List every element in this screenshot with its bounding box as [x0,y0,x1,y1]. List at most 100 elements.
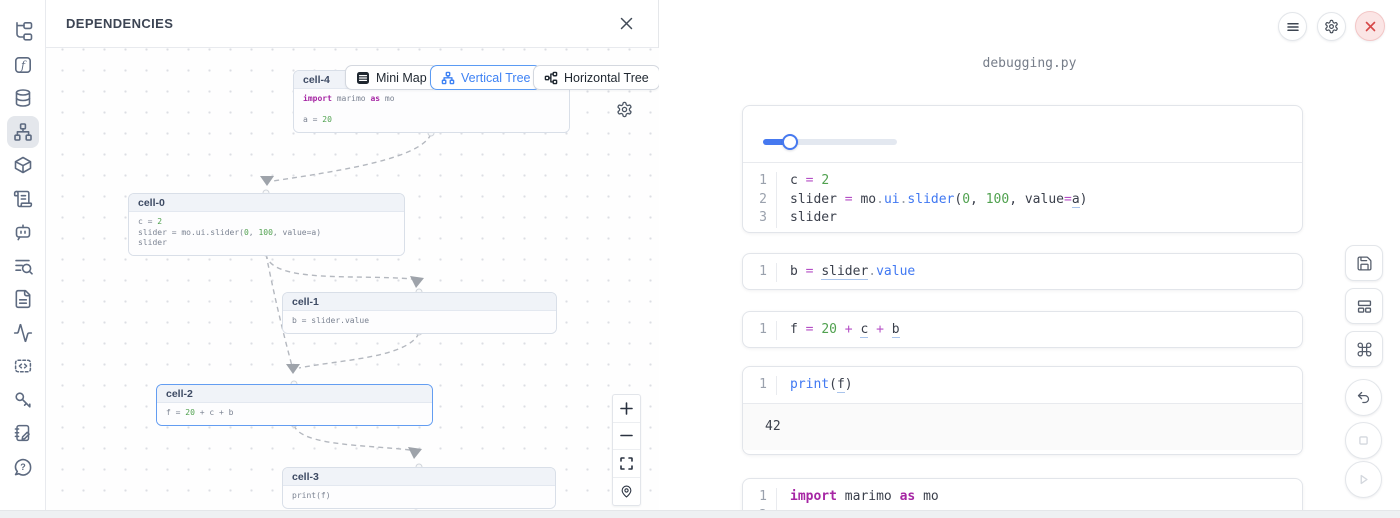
notebook-settings-button[interactable] [1317,12,1346,41]
line-number: 1 [743,172,777,191]
graph-node-cell-1[interactable]: cell-1 b = slider.value [282,292,557,334]
svg-text:f: f [19,59,26,72]
sidebar-item-snippets[interactable] [7,350,39,382]
package-icon [13,155,33,175]
gear-icon [1324,19,1339,34]
notebook-menu-button[interactable] [1278,12,1307,41]
view-mode-label: Horizontal Tree [564,71,649,85]
sidebar-item-secrets[interactable] [7,384,39,416]
graph-node-cell-3[interactable]: cell-3 print(f) [282,467,556,509]
close-icon [619,16,634,31]
helper-panel-sidebar: f ? [0,0,46,510]
undo-icon [1356,390,1371,405]
zoom-out-button[interactable] [613,423,640,451]
locate-cell-button[interactable] [613,478,640,506]
graph-node-title: cell-1 [283,293,556,311]
view-mode-horizontal-tree-button[interactable]: Horizontal Tree [533,65,659,90]
shutdown-button[interactable] [1355,11,1385,41]
dependency-graph-icon [13,122,33,142]
minimap-icon [356,71,370,85]
command-icon [1356,341,1373,358]
layout-toggle-button[interactable] [1345,288,1383,324]
sidebar-item-file-tree[interactable] [7,15,39,47]
close-icon [1364,20,1377,33]
cell-code-editor[interactable]: 1print(f) [743,367,1302,403]
code-line: slider [777,209,837,228]
notebook-cell: 1print(f) 42 [742,366,1303,455]
key-icon [13,390,33,410]
line-number: 1 [743,376,777,395]
line-number: 1 [743,263,777,282]
panel-close-button[interactable] [614,12,638,36]
activity-pulse-icon [13,323,33,343]
cell-code-editor[interactable]: 1c = 2 2slider = mo.ui.slider(0, 100, va… [743,163,1302,233]
cell-output-area [743,106,1302,163]
sidebar-item-help[interactable]: ? [7,451,39,483]
graph-code-line [303,105,560,116]
stop-button[interactable] [1345,422,1382,459]
notebook-cell: 1b = slider.value [742,253,1303,290]
database-icon [13,88,33,108]
slider-thumb[interactable] [782,134,798,150]
fit-view-button[interactable] [613,450,640,478]
chat-bot-icon [13,222,33,242]
sidebar-item-search-logs[interactable] [7,250,39,282]
hamburger-menu-icon [1286,20,1300,34]
sidebar-item-dependencies[interactable] [7,116,39,148]
dependencies-panel: DEPENDENCIES [46,0,659,510]
vertical-tree-icon [441,71,455,85]
notebook-filename: debugging.py [659,56,1400,71]
keyboard-shortcuts-button[interactable] [1345,331,1383,367]
file-tree-icon [13,21,33,41]
dependency-graph-canvas[interactable]: cell-4 import marimo as mo a = 20 cell-0… [46,48,659,510]
horizontal-tree-icon [544,71,558,85]
code-line: print(f) [777,376,853,395]
help-icon: ? [13,457,33,477]
sidebar-item-scratchpad[interactable] [7,417,39,449]
graph-code-line: import marimo as mo [303,94,560,105]
line-number: 1 [743,321,777,340]
cell-code-editor[interactable]: 1b = slider.value [743,254,1302,290]
graph-node-cell-0[interactable]: cell-0 c = 2 slider = mo.ui.slider(0, 10… [128,193,405,256]
graph-code-line: slider [138,238,395,249]
sidebar-item-logs[interactable] [7,183,39,215]
sidebar-item-tracing[interactable] [7,317,39,349]
stop-icon [1356,433,1371,448]
graph-node-cell-2[interactable]: cell-2 f = 20 + c + b [156,384,433,426]
undo-button[interactable] [1345,379,1382,416]
bottom-scroll-strip [0,510,1400,518]
code-line: b = slider.value [777,263,915,282]
svg-text:?: ? [20,462,26,472]
code-line: import marimo as mo [777,488,939,507]
cell-code-editor[interactable]: 1f = 20 + c + b [743,312,1302,348]
graph-code-line: c = 2 [138,217,395,228]
view-mode-label: Mini Map [376,71,427,85]
code-line: slider = mo.ui.slider(0, 100, value=a) [777,191,1087,210]
slider-track[interactable] [763,139,897,145]
view-mode-minimap-button[interactable]: Mini Map [345,65,438,90]
sidebar-item-datasources[interactable] [7,82,39,114]
fullscreen-icon [620,457,633,470]
sidebar-item-variables[interactable]: f [7,49,39,81]
graph-code-line: f = 20 + c + b [166,408,423,419]
plus-icon [620,402,633,415]
line-number: 2 [743,191,777,210]
sidebar-item-packages[interactable] [7,149,39,181]
zoom-in-button[interactable] [613,395,640,423]
sidebar-item-chat[interactable] [7,216,39,248]
dependencies-panel-header: DEPENDENCIES [46,0,658,48]
line-number: 3 [743,209,777,228]
graph-code-line: a = 20 [303,115,560,126]
graph-zoom-controls [612,394,641,506]
graph-settings-button[interactable] [616,101,634,119]
view-mode-vertical-tree-button[interactable]: Vertical Tree [430,65,541,90]
save-icon [1356,255,1373,272]
line-number: 1 [743,488,777,507]
save-button[interactable] [1345,245,1383,281]
cell-output-area: 42 [743,403,1302,450]
sidebar-item-documentation[interactable] [7,283,39,315]
run-button[interactable] [1345,461,1382,498]
panel-title: DEPENDENCIES [66,16,173,31]
graph-code-line: print(f) [292,491,546,502]
notebook-cell: 1f = 20 + c + b [742,311,1303,348]
